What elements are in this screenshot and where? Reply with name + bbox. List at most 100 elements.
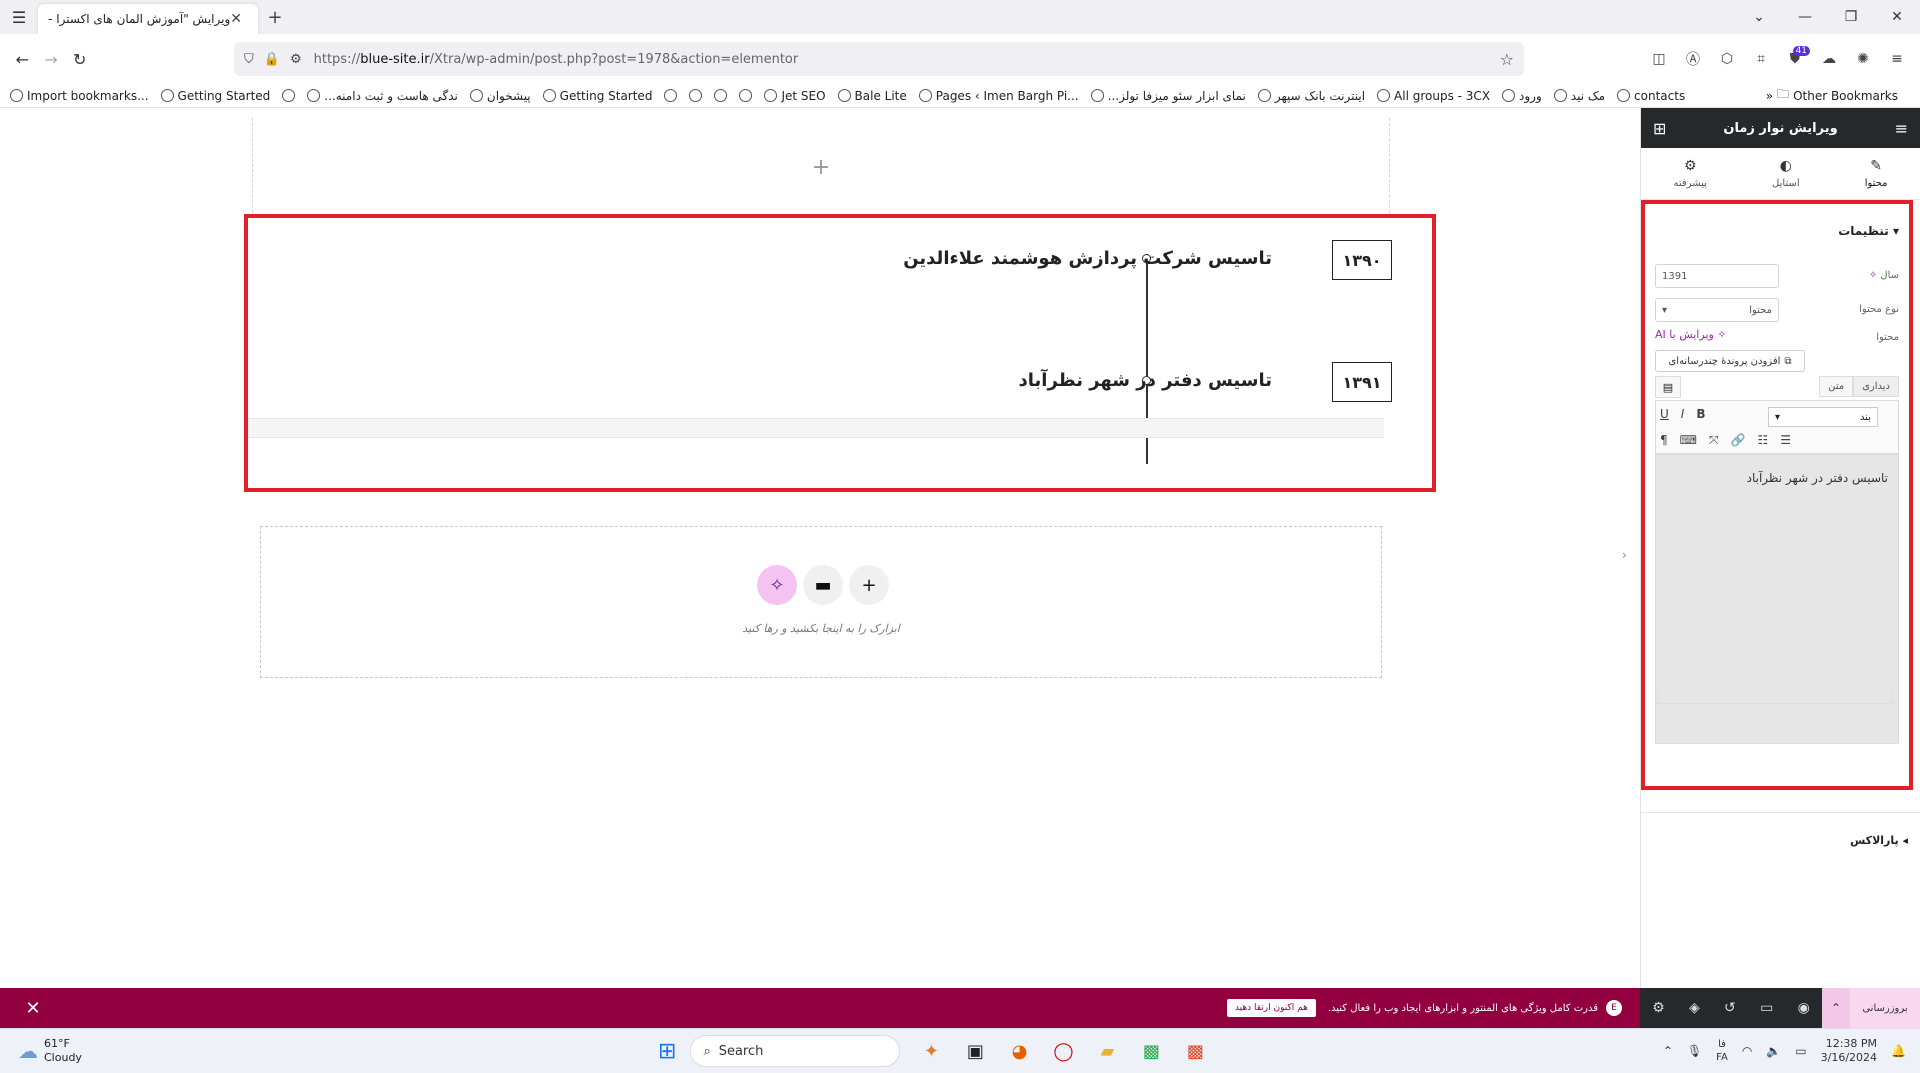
extensions-icon[interactable]: ⬡: [1712, 44, 1742, 74]
bookmark-item[interactable]: Getting Started: [160, 89, 270, 103]
gear-icon[interactable]: ⚙: [1652, 1000, 1665, 1016]
tab-list-icon[interactable]: ☰: [0, 0, 38, 34]
permissions-icon[interactable]: ⚙: [290, 52, 302, 67]
keyboard-icon[interactable]: ⌨: [1680, 433, 1697, 448]
account-icon[interactable]: Ⓐ: [1678, 44, 1708, 74]
bookmark-item[interactable]: اینترنت بانک سپهر: [1257, 89, 1365, 103]
notifications-icon[interactable]: 🔔: [1891, 1044, 1906, 1058]
lock-icon[interactable]: 🔒: [264, 52, 280, 67]
widget-drop-zone[interactable]: ✧ ▬ + ابزارک را به اینجا بکشید و رها کنی…: [260, 526, 1382, 678]
tab-style[interactable]: ◐ استایل: [1772, 158, 1800, 189]
forward-button[interactable]: →: [37, 42, 66, 76]
minimize-button[interactable]: —: [1782, 0, 1828, 34]
tray-chevron-up-icon[interactable]: ⌃: [1663, 1044, 1673, 1058]
history-icon[interactable]: ↺: [1724, 1000, 1736, 1016]
bookmark-star-icon[interactable]: ☆: [1500, 50, 1514, 69]
timeline-item[interactable]: ۱۳۹۰ تاسیس شرکت پردازش هوشمند علاءالدین: [248, 240, 1432, 300]
bookmark-item[interactable]: Bale Lite: [837, 89, 907, 103]
menu-icon[interactable]: ≡: [1882, 44, 1912, 74]
add-section-button[interactable]: +: [849, 565, 889, 605]
close-window-button[interactable]: ✕: [1874, 0, 1920, 34]
ai-sparkle-button[interactable]: ✧: [757, 565, 797, 605]
cloud-icon[interactable]: ☁: [1814, 44, 1844, 74]
tab-overflow-chevron-icon[interactable]: ⌄: [1736, 0, 1782, 34]
template-folder-button[interactable]: ▬: [803, 565, 843, 605]
widgets-grid-icon[interactable]: ⊞: [1653, 119, 1666, 138]
responsive-icon[interactable]: ▭: [1760, 1000, 1773, 1016]
tab-content[interactable]: ✎ محتوا: [1865, 158, 1888, 189]
editor-tab-page-icon[interactable]: ▤: [1655, 376, 1681, 398]
bullet-list-icon[interactable]: ☰: [1780, 433, 1791, 448]
hamburger-menu-icon[interactable]: ≡: [1895, 119, 1908, 138]
browser-tab[interactable]: ✕ ویرایش "آموزش المان های اکسترا - ع: [38, 4, 258, 34]
windows-start-icon[interactable]: ⊞: [658, 1039, 676, 1064]
paragraph-rtl-icon[interactable]: ¶: [1660, 433, 1668, 448]
editor-tab-text[interactable]: متن: [1819, 376, 1854, 397]
section-toggle-parallax[interactable]: ◂ پارالاکس: [1850, 834, 1908, 847]
layers-icon[interactable]: ◈: [1689, 1000, 1700, 1016]
bookmark-item[interactable]: ورود: [1502, 89, 1542, 103]
camtasia-red-icon[interactable]: ▩: [1180, 1036, 1210, 1066]
battery-icon[interactable]: ▭: [1795, 1044, 1806, 1058]
back-button[interactable]: ←: [8, 42, 37, 76]
bookmark-item[interactable]: Getting Started: [542, 89, 652, 103]
bookmark-item[interactable]: پیشخوان: [469, 89, 531, 103]
opera-icon[interactable]: ◯: [1048, 1036, 1078, 1066]
sun-extension-icon[interactable]: ✺: [1848, 44, 1878, 74]
camtasia-green-icon[interactable]: ▩: [1136, 1036, 1166, 1066]
weather-widget[interactable]: ☁ 61°F Cloudy: [18, 1037, 658, 1065]
copilot-icon[interactable]: ✦: [916, 1036, 946, 1066]
bookmark-item[interactable]: contacts: [1617, 89, 1685, 103]
add-media-button[interactable]: ⧉ افزودن پروندهٔ چندرسانه‌ای: [1655, 350, 1805, 372]
language-indicator[interactable]: فا FA: [1716, 1038, 1728, 1064]
new-tab-button[interactable]: +: [258, 0, 292, 34]
underline-icon[interactable]: U: [1660, 407, 1669, 421]
bookmark-item[interactable]: [282, 89, 296, 102]
link-icon[interactable]: 🔗: [1731, 433, 1746, 448]
tab-close-icon[interactable]: ✕: [230, 11, 242, 27]
paragraph-format-select[interactable]: بند ▾: [1768, 407, 1878, 427]
firefox-icon[interactable]: ◕: [1004, 1036, 1034, 1066]
bookmark-item[interactable]: Import bookmarks...: [10, 89, 149, 103]
bold-icon[interactable]: B: [1696, 407, 1705, 421]
bookmark-item[interactable]: [714, 89, 728, 102]
close-icon[interactable]: ✕: [0, 998, 66, 1019]
bookmark-item[interactable]: ...ندگی هاست و ثبت دامنه: [307, 89, 458, 103]
editor-resize-handle[interactable]: [1657, 690, 1893, 704]
pocket-icon[interactable]: ◫: [1644, 44, 1674, 74]
preview-eye-icon[interactable]: ◉: [1798, 1000, 1810, 1016]
bookmark-item[interactable]: [664, 89, 678, 102]
timeline-item[interactable]: ۱۳۹۱ تاسیس دفتر در شهر نظرآباد: [248, 362, 1432, 422]
add-section-top[interactable]: +: [252, 118, 1390, 218]
edit-with-ai-link[interactable]: ✧ ویرایش با AI: [1655, 328, 1727, 341]
panel-collapse-chevron-icon[interactable]: ›: [1622, 548, 1627, 562]
year-input[interactable]: 1391: [1655, 264, 1779, 288]
file-explorer-icon[interactable]: ▰: [1092, 1036, 1122, 1066]
chevron-up-icon[interactable]: ⌃: [1822, 988, 1850, 1028]
wifi-icon[interactable]: ◠: [1742, 1044, 1752, 1058]
bookmark-item[interactable]: All groups - 3CX: [1377, 89, 1490, 103]
volume-icon[interactable]: 🔈: [1766, 1044, 1781, 1058]
crop-icon[interactable]: ⌗: [1746, 44, 1776, 74]
other-bookmarks[interactable]: » 🗀 Other Bookmarks: [1766, 85, 1898, 106]
restore-button[interactable]: ❐: [1828, 0, 1874, 34]
tab-advanced[interactable]: ⚙ پیشرفته: [1674, 158, 1707, 189]
italic-icon[interactable]: I: [1681, 407, 1685, 421]
bookmark-item[interactable]: [739, 89, 753, 102]
reload-button[interactable]: ↻: [65, 42, 94, 76]
shield-extension-icon[interactable]: ⛊ 41: [1780, 44, 1811, 74]
update-button[interactable]: بروزرسانی: [1850, 988, 1920, 1028]
upgrade-now-button[interactable]: هم اکنون ارتقا دهید: [1226, 999, 1316, 1017]
bookmark-item[interactable]: Jet SEO: [764, 89, 826, 103]
editor-tab-visual[interactable]: دیداری: [1853, 376, 1899, 397]
bookmark-item[interactable]: Pages ‹ Imen Bargh Pi...: [918, 89, 1079, 103]
shield-icon[interactable]: ⛉: [244, 52, 254, 67]
bookmark-item[interactable]: [689, 89, 703, 102]
section-toggle[interactable]: ▾ تنظیمات: [1838, 224, 1899, 238]
bookmark-item[interactable]: ...نمای ابزار سئو میزفا تولز: [1090, 89, 1246, 103]
numbered-list-icon[interactable]: ☷: [1758, 433, 1769, 448]
task-view-icon[interactable]: ▣: [960, 1036, 990, 1066]
taskbar-search[interactable]: ⌕ Search: [690, 1035, 901, 1067]
microphone-icon[interactable]: 🎙: [1687, 1044, 1702, 1058]
bookmark-item[interactable]: مک نید: [1553, 89, 1605, 103]
